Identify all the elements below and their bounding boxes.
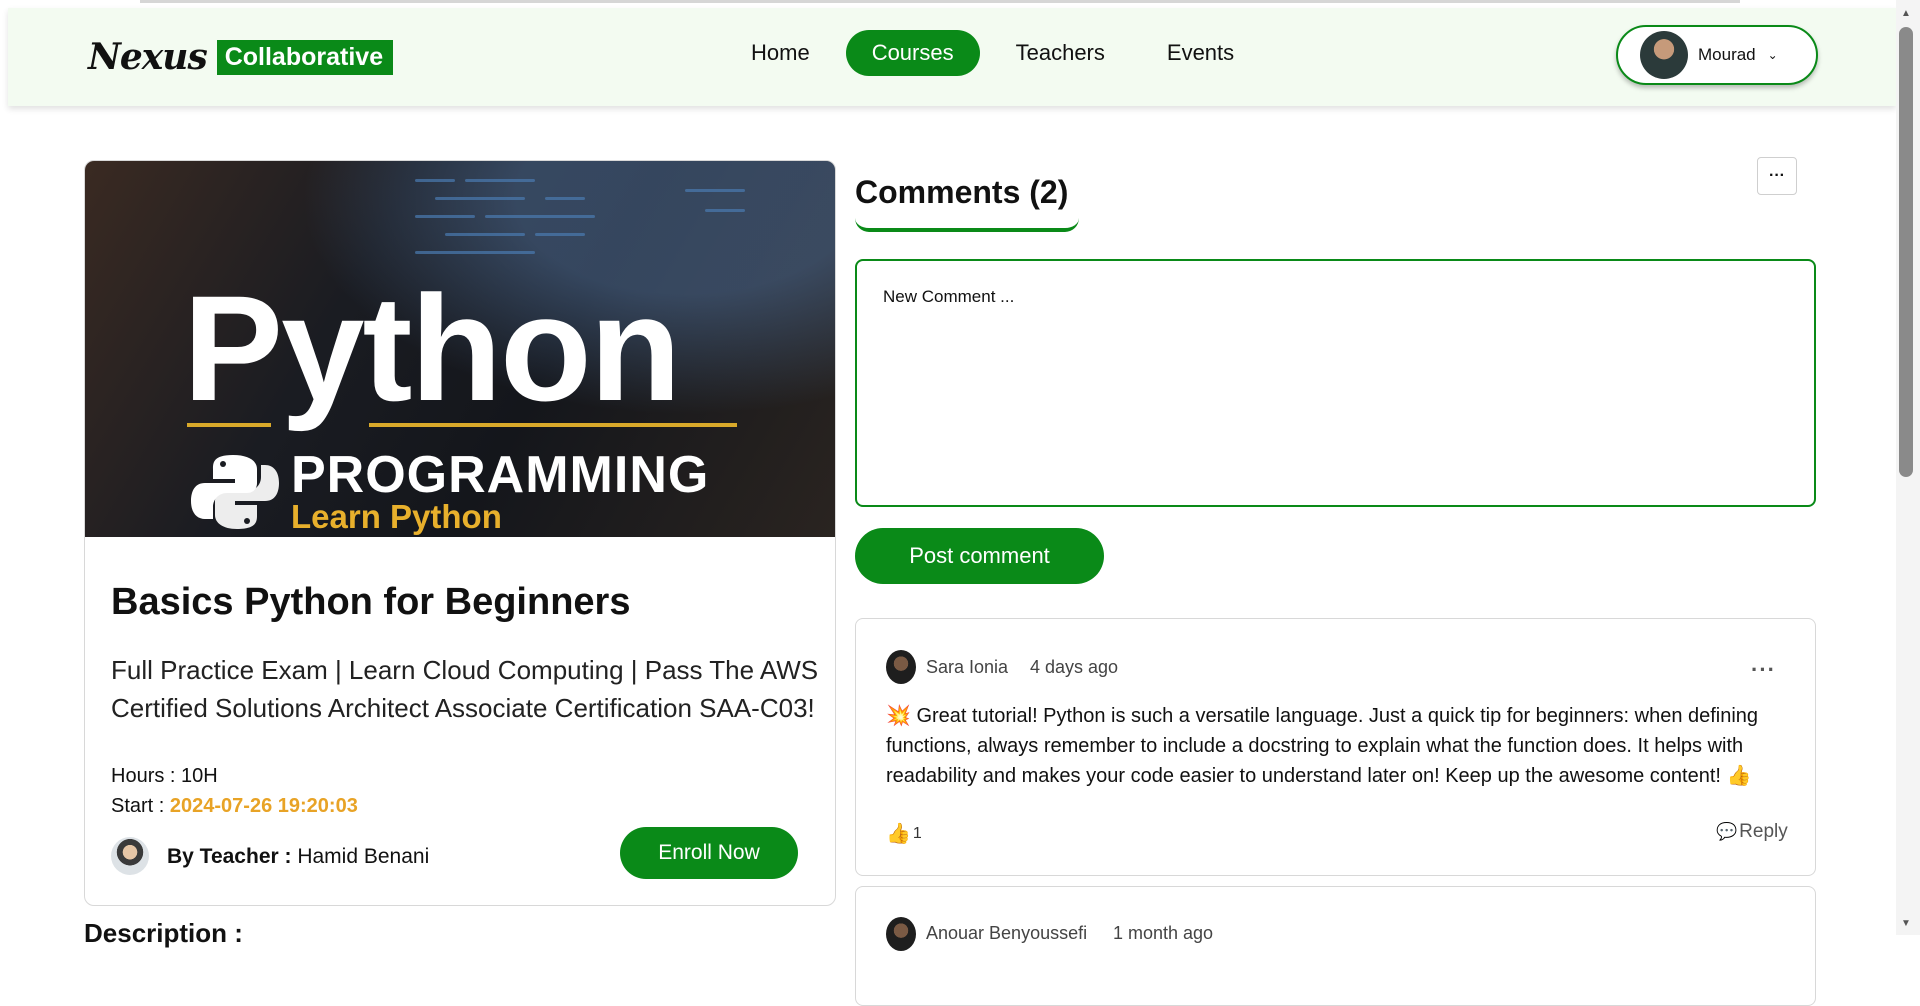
scroll-down-icon[interactable]: ▼	[1901, 918, 1911, 929]
enroll-button[interactable]: Enroll Now	[620, 827, 798, 879]
start-label: Start :	[111, 795, 170, 817]
top-divider	[140, 0, 1740, 3]
comment-time: 4 days ago	[1030, 657, 1119, 677]
nav-courses[interactable]: Courses	[845, 30, 980, 76]
teacher-info: By Teacher : Hamid Benani	[167, 845, 429, 869]
new-comment-input[interactable]	[855, 259, 1816, 507]
nav-home[interactable]: Home	[725, 30, 836, 76]
description-heading: Description :	[84, 918, 243, 948]
user-avatar	[1640, 31, 1688, 79]
comment-author-avatar[interactable]	[886, 650, 916, 684]
thumbnail-tagline: Learn Python	[291, 498, 502, 535]
comment-card: Anouar Benyoussefi 1 month ago	[855, 886, 1816, 1006]
like-count: 1	[912, 824, 922, 842]
nav-teachers[interactable]: Teachers	[990, 30, 1131, 76]
comment-author-avatar[interactable]	[886, 917, 916, 951]
site-header: Nexus Collaborative Home Courses Teacher…	[8, 8, 1896, 106]
comment-more-icon[interactable]: ···	[1751, 657, 1776, 683]
course-description: Full Practice Exam | Learn Cloud Computi…	[111, 655, 819, 723]
course-title: Basics Python for Beginners	[111, 581, 631, 623]
comments-title-underline	[855, 214, 1079, 232]
teacher-label: By Teacher :	[167, 845, 298, 868]
user-menu-button[interactable]: Mourad ⌄	[1616, 25, 1818, 85]
logo-script-text: Nexus	[88, 36, 208, 78]
main-nav: Home Courses Teachers Events	[725, 30, 1270, 76]
hours-label: Hours :	[111, 765, 182, 787]
scrollbar-thumb[interactable]	[1899, 27, 1913, 477]
comment-author[interactable]: Sara Ionia	[926, 657, 1008, 678]
python-logo-icon	[191, 455, 279, 529]
post-comment-button[interactable]: Post comment	[855, 528, 1104, 584]
thumbs-up-icon: 👍	[886, 823, 911, 845]
course-card: Python PROGRAMMING Learn Python Basics P…	[84, 160, 836, 906]
nav-events[interactable]: Events	[1141, 30, 1260, 76]
user-name: Mourad	[1698, 45, 1756, 64]
thumbnail-rule	[369, 423, 737, 427]
thumbnail-python-word: Python	[183, 264, 681, 432]
comment-author[interactable]: Anouar Benyoussefi	[926, 923, 1087, 944]
logo-box-text: Collaborative	[216, 39, 394, 75]
hours-value: 10H	[181, 765, 218, 787]
chevron-down-icon: ⌄	[1767, 48, 1778, 62]
comment-reply-button[interactable]: 💬 Reply	[1716, 821, 1788, 843]
site-logo[interactable]: Nexus Collaborative	[88, 36, 394, 78]
teacher-avatar[interactable]	[111, 837, 149, 875]
start-date: 2024-07-26 19:20:03	[169, 795, 358, 817]
course-start: Start : 2024-07-26 19:20:03	[111, 795, 358, 818]
comments-title: Comments (2)	[855, 174, 1069, 210]
comment-like-button[interactable]: 👍 1	[886, 821, 922, 846]
course-thumbnail: Python PROGRAMMING Learn Python	[85, 161, 835, 537]
comment-time: 1 month ago	[1113, 923, 1214, 943]
reply-label: Reply	[1739, 821, 1788, 842]
comments-more-button[interactable]: ···	[1757, 157, 1797, 195]
course-hours: Hours : 10H	[111, 765, 218, 788]
thumbnail-programming-text: PROGRAMMING	[291, 446, 710, 504]
teacher-name[interactable]: Hamid Benani	[297, 845, 429, 868]
chat-bubble-icon: 💬	[1716, 822, 1738, 841]
scroll-up-icon[interactable]: ▲	[1901, 8, 1911, 19]
comment-card: Sara Ionia 4 days ago ··· 💥 Great tutori…	[855, 618, 1816, 876]
comment-text: 💥 Great tutorial! Python is such a versa…	[886, 705, 1759, 787]
thumbnail-rule	[187, 423, 271, 427]
